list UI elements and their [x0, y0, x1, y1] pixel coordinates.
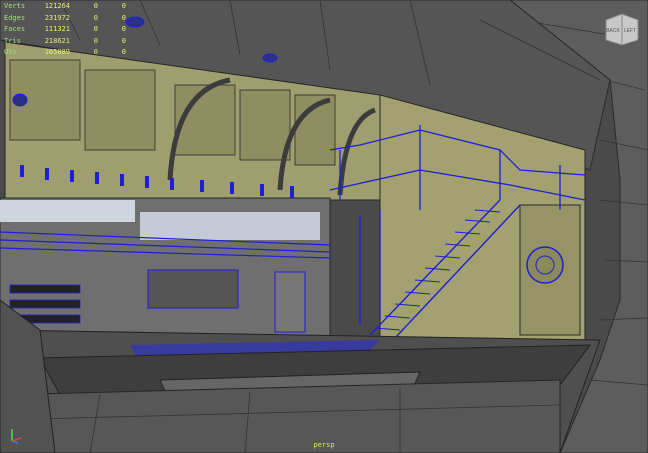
viewcube-widget[interactable]: BACK LEFT	[604, 12, 640, 46]
hud-row: UVs 165089 0 0	[4, 47, 126, 59]
hud-row: Faces 111321 0 0	[4, 24, 126, 36]
hud-value: 0	[93, 13, 98, 22]
hud-label: Tris	[4, 36, 21, 45]
hud-row: Tris 218621 0 0	[4, 36, 126, 48]
hud-label: UVs	[4, 48, 17, 56]
hud-row: Edges 231972 0 0	[4, 13, 126, 25]
hud-row: Verts 121264 0 0	[4, 1, 126, 13]
hud-value: 0	[121, 48, 126, 56]
hud-value: 218621	[44, 36, 70, 45]
camera-label: persp	[313, 441, 335, 449]
viewcube-back-label[interactable]: BACK	[606, 28, 620, 34]
hud-value: 121264	[44, 2, 70, 10]
poly-count-hud: Verts 121264 0 0 Edges 231972 0 0 Faces …	[4, 1, 126, 59]
hud-value: 0	[121, 13, 126, 22]
axis-gizmo-icon	[11, 429, 22, 444]
hud-value: 0	[93, 25, 98, 33]
hud-value: 231972	[44, 13, 70, 22]
hud-value: 0	[93, 48, 98, 56]
hud-value: 0	[121, 36, 126, 45]
hud-value: 0	[121, 2, 126, 10]
hud-value: 0	[93, 36, 98, 45]
hud-value: 111321	[44, 25, 70, 33]
hud-label: Faces	[4, 25, 26, 33]
scene-render	[0, 0, 648, 453]
hud-value: 0	[121, 25, 126, 33]
viewcube-left-label[interactable]: LEFT	[624, 28, 636, 34]
hud-value: 165089	[44, 48, 70, 56]
3d-viewport[interactable]: Verts 121264 0 0 Edges 231972 0 0 Faces …	[0, 0, 648, 453]
hud-label: Edges	[4, 13, 26, 22]
hud-label: Verts	[4, 2, 26, 10]
hud-value: 0	[93, 2, 98, 10]
